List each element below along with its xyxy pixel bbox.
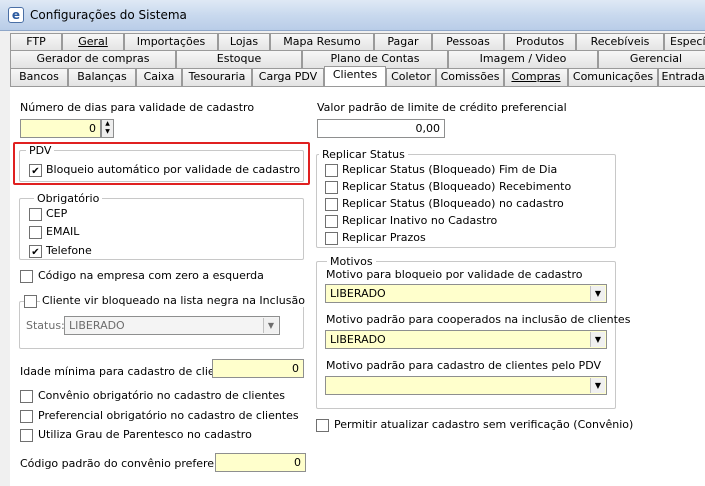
grau-parentesco-label: Utiliza Grau de Parentesco no cadastro xyxy=(38,428,252,441)
replicar-status-legend: Replicar Status xyxy=(319,148,408,161)
tab-produtos[interactable]: Produtos xyxy=(504,33,576,51)
codigo-zero-checkbox[interactable] xyxy=(20,270,33,283)
grau-parentesco-checkbox[interactable] xyxy=(20,429,33,442)
replicar-cadastro-label: Replicar Status (Bloqueado) no cadastro xyxy=(342,197,564,210)
tab-importacoes[interactable]: Importações xyxy=(124,33,218,51)
chevron-down-icon[interactable]: ▼ xyxy=(590,332,605,347)
tab-comissoes[interactable]: Comissões xyxy=(436,68,504,86)
tab-caixa[interactable]: Caixa xyxy=(136,68,182,86)
bloqueio-automatico-checkbox[interactable] xyxy=(29,164,42,177)
permitir-atualizar-checkbox[interactable] xyxy=(316,419,329,432)
tab-compras-label: Compras xyxy=(511,70,561,83)
obrigatorio-legend: Obrigatório xyxy=(34,192,103,205)
tab-carga-pdv[interactable]: Carga PDV xyxy=(252,68,324,86)
dias-validade-spinner[interactable]: ▲ ▼ xyxy=(101,119,114,138)
telefone-checkbox[interactable] xyxy=(29,245,42,258)
tab-bancos[interactable]: Bancos xyxy=(10,68,68,86)
replicar-inativo-checkbox[interactable] xyxy=(325,215,338,228)
convenio-obrigatorio-checkbox[interactable] xyxy=(20,390,33,403)
tab-tesouraria[interactable]: Tesouraria xyxy=(182,68,252,86)
tab-imagem-video[interactable]: Imagem / Video xyxy=(448,50,598,68)
motivo-cooperados-value: LIBERADO xyxy=(330,333,386,346)
replicar-inativo-label: Replicar Inativo no Cadastro xyxy=(342,214,498,227)
chevron-down-icon[interactable]: ▼ xyxy=(590,378,605,393)
spin-down-icon[interactable]: ▼ xyxy=(102,128,113,136)
tab-lojas[interactable]: Lojas xyxy=(218,33,270,51)
tab-estoque[interactable]: Estoque xyxy=(176,50,302,68)
motivo-pdv-label: Motivo padrão para cadastro de clientes … xyxy=(326,359,601,372)
motivo-bloqueio-label: Motivo para bloqueio por validade de cad… xyxy=(326,268,583,281)
tab-geral[interactable]: Geral xyxy=(62,33,124,51)
chevron-down-icon[interactable]: ▼ xyxy=(590,286,605,301)
tab-pessoas[interactable]: Pessoas xyxy=(432,33,504,51)
tab-especi[interactable]: Especí xyxy=(664,33,705,51)
dias-validade-label: Número de dias para validade de cadastro xyxy=(20,101,255,114)
idade-minima-label: Idade mínima para cadastro de clientes: xyxy=(20,365,243,378)
replicar-recebimento-label: Replicar Status (Bloqueado) Recebimento xyxy=(342,180,572,193)
tab-balancas[interactable]: Balanças xyxy=(68,68,136,86)
convenio-padrao-input[interactable]: 0 xyxy=(215,453,306,472)
dias-validade-input[interactable]: 0 xyxy=(20,119,101,138)
tab-geral-label: Geral xyxy=(78,35,108,48)
tab-mapa-resumo[interactable]: Mapa Resumo xyxy=(270,33,374,51)
motivos-legend: Motivos xyxy=(327,255,376,268)
tab-gerencial[interactable]: Gerencial xyxy=(598,50,705,68)
status-select-value: LIBERADO xyxy=(69,319,125,332)
motivo-pdv-select[interactable]: ▼ xyxy=(325,376,607,395)
motivo-cooperados-select[interactable]: LIBERADO ▼ xyxy=(325,330,607,349)
cep-label: CEP xyxy=(46,207,68,220)
tab-recebiveis[interactable]: Recebíveis xyxy=(576,33,664,51)
lista-negra-checkbox[interactable] xyxy=(24,295,37,308)
tab-clientes[interactable]: Clientes xyxy=(324,66,386,86)
replicar-prazos-label: Replicar Prazos xyxy=(342,231,426,244)
replicar-fim-dia-checkbox[interactable] xyxy=(325,164,338,177)
motivo-bloqueio-select[interactable]: LIBERADO ▼ xyxy=(325,284,607,303)
tab-comunicacoes[interactable]: Comunicações xyxy=(568,68,658,86)
tab-coletor[interactable]: Coletor xyxy=(386,68,436,86)
limite-credito-label: Valor padrão de limite de crédito prefer… xyxy=(317,101,567,114)
spin-up-icon[interactable]: ▲ xyxy=(102,120,113,128)
app-e-icon: e xyxy=(8,7,24,23)
tab-gerador-de-compras[interactable]: Gerador de compras xyxy=(10,50,176,68)
idade-minima-input[interactable]: 0 xyxy=(212,359,304,378)
replicar-prazos-checkbox[interactable] xyxy=(325,232,338,245)
replicar-fim-dia-label: Replicar Status (Bloqueado) Fim de Dia xyxy=(342,163,558,176)
preferencial-obrigatorio-checkbox[interactable] xyxy=(20,410,33,423)
title-bar: e Configurações do Sistema xyxy=(0,0,705,31)
window-title: Configurações do Sistema xyxy=(30,8,187,22)
convenio-obrigatorio-label: Convênio obrigatório no cadastro de clie… xyxy=(38,389,285,402)
tab-ftp[interactable]: FTP xyxy=(10,33,62,51)
pdv-legend: PDV xyxy=(26,144,55,157)
tab-pagar[interactable]: Pagar xyxy=(374,33,432,51)
status-select: LIBERADO ▼ xyxy=(64,316,280,335)
cep-checkbox[interactable] xyxy=(29,208,42,221)
tab-compras[interactable]: Compras xyxy=(504,68,568,86)
motivo-cooperados-label: Motivo padrão para cooperados na inclusã… xyxy=(326,313,631,326)
email-checkbox[interactable] xyxy=(29,226,42,239)
limite-credito-input[interactable]: 0,00 xyxy=(317,119,445,138)
replicar-recebimento-checkbox[interactable] xyxy=(325,181,338,194)
convenio-padrao-label: Código padrão do convênio preferencial: xyxy=(20,457,244,470)
motivo-bloqueio-value: LIBERADO xyxy=(330,287,386,300)
permitir-atualizar-label: Permitir atualizar cadastro sem verifica… xyxy=(334,418,634,431)
codigo-zero-label: Código na empresa com zero a esquerda xyxy=(38,269,264,282)
status-label: Status: xyxy=(26,319,65,332)
tab-entradas[interactable]: Entradas xyxy=(658,68,705,86)
bloqueio-automatico-label: Bloqueio automático por validade de cada… xyxy=(46,163,301,176)
replicar-cadastro-checkbox[interactable] xyxy=(325,198,338,211)
email-label: EMAIL xyxy=(46,225,80,238)
telefone-label: Telefone xyxy=(46,244,92,257)
chevron-down-icon: ▼ xyxy=(263,318,278,333)
lista-negra-label: Cliente vir bloqueado na lista negra na … xyxy=(40,294,307,307)
preferencial-obrigatorio-label: Preferencial obrigatório no cadastro de … xyxy=(38,409,299,422)
